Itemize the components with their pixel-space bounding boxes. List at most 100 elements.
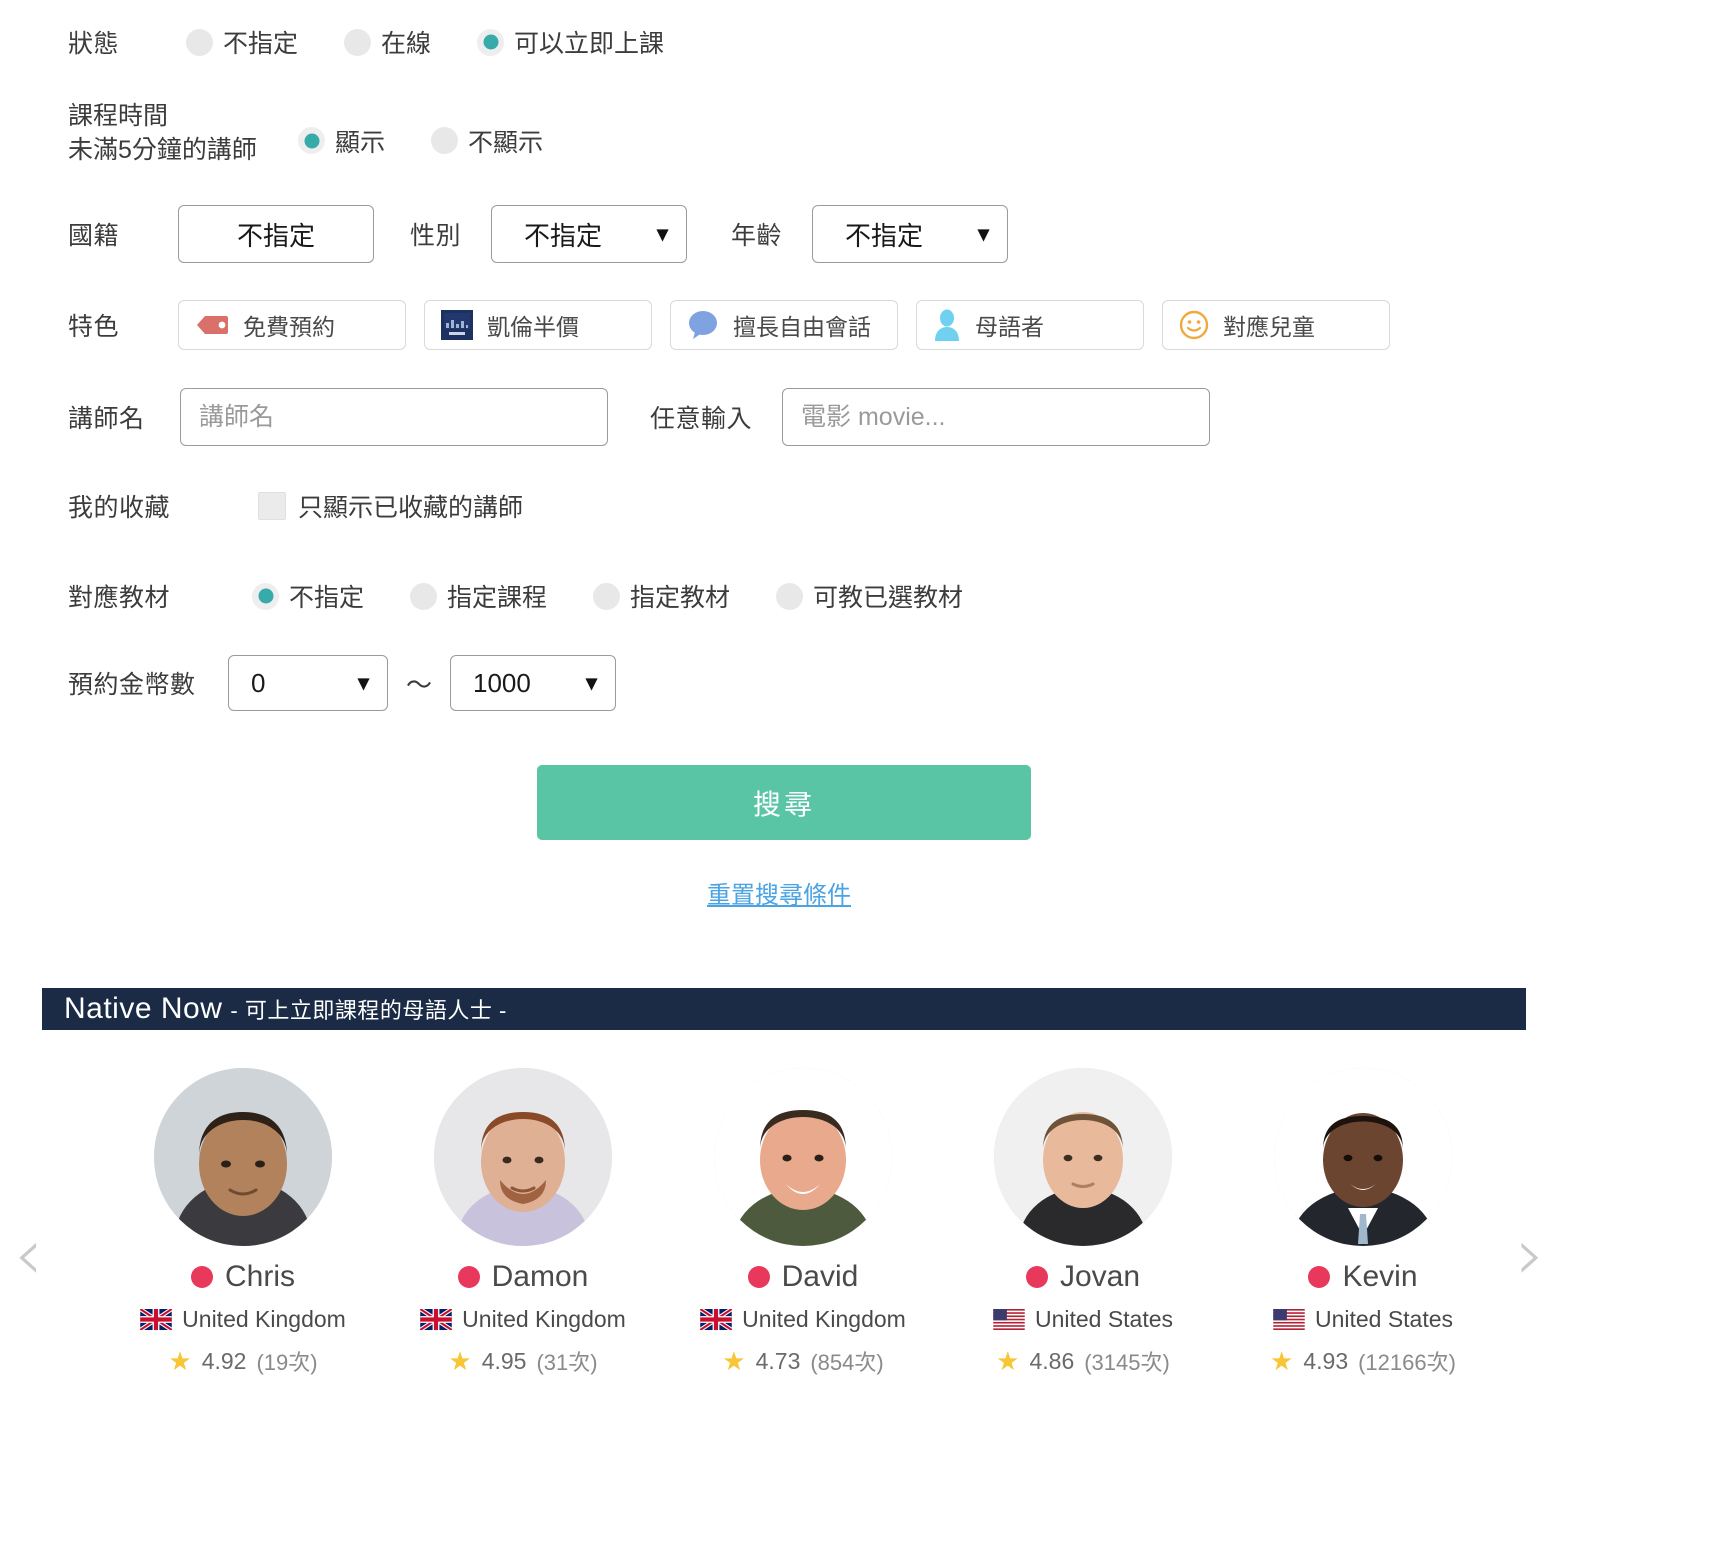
teacher-rating-count: (854次) [810, 1350, 884, 1375]
gender-select[interactable]: 不指定 ▾ [491, 205, 688, 263]
status-radio-available-now[interactable]: 可以立即上課 [477, 24, 664, 60]
search-button[interactable]: 搜尋 [537, 765, 1031, 840]
teacher-card[interactable]: David United Kingdom ★ 4.73 (854次) [663, 1068, 943, 1377]
carousel-prev-arrow[interactable]: ‹ [14, 1218, 43, 1290]
avatar-image [1274, 1068, 1452, 1246]
nationality-label: 國籍 [68, 222, 120, 250]
nationality-value: 不指定 [236, 220, 315, 251]
feature-chip-label: 擅長自由會話 [733, 314, 871, 340]
smiley-face-icon [1179, 310, 1209, 340]
uk-flag-icon [700, 1309, 733, 1330]
lesson-time-radio-label: 顯示 [335, 128, 386, 157]
teacher-name-input[interactable] [180, 388, 608, 446]
avatar-image [154, 1068, 332, 1246]
native-now-banner: Native Now - 可上立即課程的母語人士 - [42, 988, 1526, 1030]
demographics-row: 國籍 不指定 性別 不指定 ▾ 年齡 不指定 ▾ [68, 205, 1009, 263]
teacher-card[interactable]: Damon United Kingdom ★ 4.95 (31次) [383, 1068, 663, 1377]
teacher-card[interactable]: Jovan United States ★ 4.86 (3145次) [943, 1068, 1223, 1377]
feature-chip-native-speaker[interactable]: 母語者 [916, 300, 1144, 350]
teacher-country-line: United Kingdom [103, 1306, 383, 1333]
lesson-time-label-line1: 課程時間 [68, 102, 169, 130]
feature-chip-free-booking[interactable]: 免費預約 [178, 300, 406, 350]
nationality-select[interactable]: 不指定 [178, 205, 374, 263]
price-tag-icon [197, 316, 228, 334]
avatar [154, 1068, 332, 1246]
teacher-name-line: David [663, 1260, 943, 1294]
teacher-name: Kevin [1342, 1260, 1418, 1293]
coins-row: 預約金幣數 0 ▾ 〜 1000 ▾ [68, 655, 617, 711]
materials-radio-label: 不指定 [289, 584, 365, 612]
status-dot-icon [190, 1266, 213, 1288]
star-icon: ★ [168, 1346, 192, 1376]
status-radio-label: 可以立即上課 [514, 30, 665, 58]
lesson-time-radio-show[interactable]: 顯示 [298, 123, 385, 159]
teacher-country-line: United Kingdom [663, 1306, 943, 1333]
person-icon [935, 309, 959, 341]
status-dot-icon [1025, 1266, 1048, 1288]
us-flag-icon [1273, 1309, 1305, 1330]
materials-radio-specified-course[interactable]: 指定課程 [410, 578, 547, 614]
feature-chip-free-conversation[interactable]: 擅長自由會話 [670, 300, 898, 350]
feature-chip-kids-friendly[interactable]: 對應兒童 [1162, 300, 1390, 350]
chevron-down-icon: ▾ [656, 221, 669, 246]
age-select[interactable]: 不指定 ▾ [812, 205, 1009, 263]
feature-chip-callan-half-price[interactable]: 凱倫半價 [424, 300, 652, 350]
age-label: 年齡 [731, 222, 783, 250]
coins-range-separator: 〜 [406, 669, 433, 700]
teacher-rating-count: (31次) [536, 1350, 598, 1375]
search-page: 狀態 不指定 在線 可以立即上課 課程時間 未滿5分鐘的講師 顯示 不顯示 國籍… [0, 0, 1712, 1556]
favorites-only-checkbox[interactable]: 只顯示已收藏的講師 [258, 488, 523, 524]
teacher-name-line: Damon [383, 1260, 663, 1294]
teacher-rating: 4.86 [1029, 1347, 1075, 1374]
avatar [714, 1068, 892, 1246]
avatar [994, 1068, 1172, 1246]
teacher-rating-count: (19次) [256, 1350, 318, 1375]
teacher-name: Damon [491, 1260, 589, 1293]
teacher-rating: 4.95 [481, 1347, 527, 1374]
teacher-country: United Kingdom [462, 1306, 626, 1332]
feature-chip-label: 免費預約 [243, 314, 335, 340]
lesson-time-radio-hide[interactable]: 不顯示 [431, 123, 543, 159]
coins-label: 預約金幣數 [68, 671, 196, 699]
free-text-input[interactable] [782, 388, 1211, 446]
radio-dot [776, 582, 804, 610]
radio-dot-selected [298, 127, 325, 155]
materials-radio-specified-material[interactable]: 指定教材 [593, 578, 730, 614]
native-now-subtitle: - 可上立即課程的母語人士 - [230, 998, 507, 1023]
speech-bubble-icon [689, 311, 717, 339]
teacher-name-line: Kevin [1223, 1260, 1503, 1294]
feature-chip-label: 對應兒童 [1223, 314, 1315, 340]
radio-dot [431, 127, 459, 155]
age-value: 不指定 [845, 220, 924, 251]
materials-radio-unspecified[interactable]: 不指定 [252, 578, 364, 614]
carousel-next-arrow[interactable]: › [1516, 1218, 1545, 1290]
status-radio-online[interactable]: 在線 [344, 24, 431, 60]
favorites-checkbox-label: 只顯示已收藏的講師 [298, 494, 524, 522]
teacher-rating-line: ★ 4.86 (3145次) [943, 1345, 1223, 1377]
star-icon: ★ [1270, 1346, 1294, 1376]
teacher-name: Jovan [1059, 1260, 1141, 1293]
coins-min-select[interactable]: 0 ▾ [228, 655, 388, 711]
teacher-card[interactable]: Kevin United States ★ 4.93 (12166次) [1223, 1068, 1503, 1377]
chevron-down-icon: ▾ [585, 670, 598, 695]
teacher-rating: 4.73 [755, 1347, 801, 1374]
materials-radio-can-teach-selected[interactable]: 可教已選教材 [776, 578, 963, 614]
teacher-rating-count: (3145次) [1084, 1350, 1170, 1375]
star-icon: ★ [448, 1346, 472, 1376]
teacher-country-line: United States [943, 1306, 1223, 1333]
teacher-name: Chris [224, 1260, 295, 1293]
coins-max-value: 1000 [473, 667, 531, 698]
teacher-rating: 4.92 [201, 1347, 247, 1374]
feature-chip-label: 凱倫半價 [487, 314, 579, 340]
avatar-image [714, 1068, 892, 1246]
reset-search-link[interactable]: 重置搜尋條件 [707, 875, 851, 910]
status-dot-icon [747, 1266, 770, 1288]
favorites-label: 我的收藏 [68, 494, 171, 522]
uk-flag-icon [420, 1309, 453, 1330]
status-radio-unspecified[interactable]: 不指定 [186, 24, 298, 60]
teacher-name-label: 講師名 [68, 405, 145, 433]
coins-max-select[interactable]: 1000 ▾ [450, 655, 617, 711]
teacher-card[interactable]: Chris United Kingdom ★ 4.92 (19次) [103, 1068, 383, 1377]
teacher-country: United States [1314, 1306, 1454, 1332]
radio-dot-selected [252, 582, 279, 610]
